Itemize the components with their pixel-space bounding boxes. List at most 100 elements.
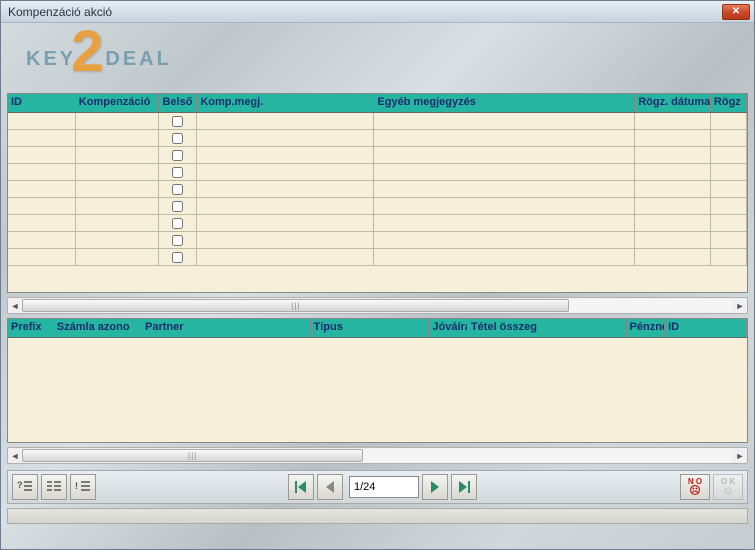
scroll-left-icon[interactable]: ◄ <box>8 448 22 463</box>
table-row[interactable] <box>8 147 747 164</box>
table-cell <box>76 232 160 248</box>
first-page-button[interactable] <box>288 474 314 500</box>
logo-key: KEY <box>26 48 76 71</box>
row-checkbox[interactable] <box>172 150 183 161</box>
main-grid[interactable]: IDKompenzációBelső kKomp.megj.Egyéb megj… <box>7 93 748 293</box>
column-header[interactable]: Prefix <box>8 319 54 337</box>
prev-icon <box>321 478 339 496</box>
grid2-hscroll[interactable]: ◄ ||| ► <box>7 447 748 464</box>
table-row[interactable] <box>8 113 747 130</box>
row-checkbox[interactable] <box>172 252 183 263</box>
no-button[interactable]: N O ☹ <box>680 474 710 500</box>
list-indent-button[interactable] <box>41 474 67 500</box>
table-row[interactable] <box>8 164 747 181</box>
table-cell <box>197 198 374 214</box>
column-header[interactable]: ID <box>665 319 747 337</box>
close-icon: ✕ <box>732 6 740 17</box>
table-cell <box>374 147 635 163</box>
table-row[interactable] <box>8 198 747 215</box>
scroll-left-icon[interactable]: ◄ <box>8 298 22 313</box>
grid1-hscroll[interactable]: ◄ ||| ► <box>7 297 748 314</box>
column-header[interactable]: Rögz <box>711 94 747 112</box>
column-header[interactable]: Pénzne <box>627 319 666 337</box>
table-cell <box>8 147 76 163</box>
logo-area: KEY 2 DEAL <box>1 23 754 93</box>
toolbar: ? ! <box>7 470 748 504</box>
list-outdent-button[interactable]: ! <box>70 474 96 500</box>
column-header[interactable]: ID <box>8 94 76 112</box>
table-cell <box>711 198 747 214</box>
row-checkbox[interactable] <box>172 201 183 212</box>
table-cell <box>8 181 76 197</box>
row-checkbox[interactable] <box>172 133 183 144</box>
column-header[interactable]: Egyéb megjegyzés <box>374 94 635 112</box>
table-cell <box>197 215 374 231</box>
table-cell <box>374 215 635 231</box>
table-cell <box>635 215 711 231</box>
table-row[interactable] <box>8 215 747 232</box>
ok-button[interactable]: O K ☺ <box>713 474 743 500</box>
next-page-button[interactable] <box>422 474 448 500</box>
table-row[interactable] <box>8 130 747 147</box>
grid-body[interactable] <box>8 113 747 266</box>
table-cell <box>374 113 635 129</box>
scroll-right-icon[interactable]: ► <box>733 448 747 463</box>
table-cell <box>8 113 76 129</box>
table-cell <box>197 164 374 180</box>
table-cell <box>711 181 747 197</box>
table-cell <box>374 249 635 265</box>
table-cell <box>159 181 197 197</box>
table-cell <box>635 181 711 197</box>
column-header[interactable]: Komp.megj. <box>197 94 374 112</box>
scroll-right-icon[interactable]: ► <box>733 298 747 313</box>
row-checkbox[interactable] <box>172 184 183 195</box>
column-header[interactable]: Tétel összeg <box>468 319 627 337</box>
row-checkbox[interactable] <box>172 167 183 178</box>
grid-body[interactable] <box>8 338 747 441</box>
column-header[interactable]: Számla azono <box>54 319 142 337</box>
column-header[interactable]: Jóváírá <box>429 319 468 337</box>
table-cell <box>711 113 747 129</box>
scroll-track[interactable]: ||| <box>22 299 733 312</box>
table-cell <box>711 164 747 180</box>
logo: KEY 2 DEAL <box>26 33 754 85</box>
scroll-track[interactable]: ||| <box>22 449 733 462</box>
help-button[interactable]: ? <box>12 474 38 500</box>
table-cell <box>76 215 160 231</box>
page-input[interactable] <box>349 476 419 498</box>
table-cell <box>711 249 747 265</box>
table-cell <box>76 181 160 197</box>
table-row[interactable] <box>8 249 747 266</box>
column-header[interactable]: Belső k <box>159 94 197 112</box>
table-cell <box>8 232 76 248</box>
table-row[interactable] <box>8 181 747 198</box>
scroll-grip-icon: ||| <box>291 301 300 310</box>
scroll-thumb[interactable]: ||| <box>22 299 569 312</box>
last-page-button[interactable] <box>451 474 477 500</box>
scroll-thumb[interactable]: ||| <box>22 449 363 462</box>
column-header[interactable]: Partner <box>142 319 311 337</box>
action-buttons: N O ☹ O K ☺ <box>677 474 743 500</box>
table-cell <box>8 198 76 214</box>
prev-page-button[interactable] <box>317 474 343 500</box>
table-cell <box>197 130 374 146</box>
column-header[interactable]: Típus <box>311 319 430 337</box>
row-checkbox[interactable] <box>172 235 183 246</box>
table-cell <box>711 130 747 146</box>
column-header[interactable]: Kompenzáció <box>76 94 160 112</box>
row-checkbox[interactable] <box>172 218 183 229</box>
table-cell <box>76 130 160 146</box>
table-row[interactable] <box>8 232 747 249</box>
window-title: Kompenzáció akció <box>5 5 722 19</box>
table-cell <box>711 215 747 231</box>
table-cell <box>159 232 197 248</box>
table-cell <box>374 164 635 180</box>
list-outdent-icon: ! <box>74 478 92 496</box>
table-cell <box>635 164 711 180</box>
detail-grid[interactable]: PrefixSzámla azonoPartnerTípusJóváíráTét… <box>7 318 748 443</box>
table-cell <box>635 249 711 265</box>
grid-header: IDKompenzációBelső kKomp.megj.Egyéb megj… <box>8 94 747 113</box>
row-checkbox[interactable] <box>172 116 183 127</box>
column-header[interactable]: Rögz. dátuma <box>635 94 711 112</box>
close-button[interactable]: ✕ <box>722 4 750 20</box>
